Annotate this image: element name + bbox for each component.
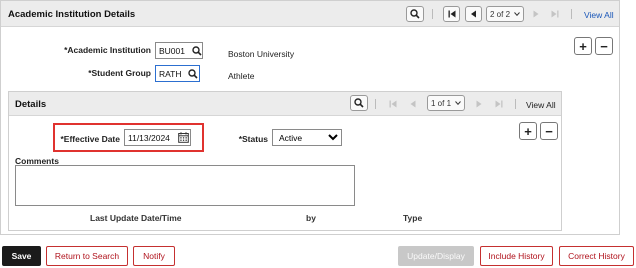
separator — [432, 9, 433, 19]
separator — [515, 99, 516, 109]
last-page-icon[interactable] — [495, 100, 503, 108]
magnifier-icon — [354, 98, 364, 108]
details-pager-value: 1 of 1 — [431, 98, 452, 108]
institution-previous-button[interactable] — [465, 6, 482, 22]
chevron-down-icon — [455, 101, 461, 105]
column-header-last-update: Last Update Date/Time — [90, 213, 182, 223]
magnifier-icon[interactable] — [188, 69, 198, 79]
student-group-input[interactable]: RATH — [155, 65, 200, 82]
institution-first-button[interactable] — [443, 6, 460, 22]
save-button[interactable]: Save — [2, 246, 41, 266]
details-panel-header: Details 1 of 1 View All — [9, 92, 561, 116]
next-icon[interactable] — [533, 10, 539, 18]
student-group-value: RATH — [159, 69, 182, 79]
institution-input[interactable]: BU001 — [155, 42, 203, 59]
status-label: *Status — [238, 134, 268, 144]
separator — [571, 9, 572, 19]
remove-institution-row-button[interactable]: − — [595, 37, 613, 55]
correct-history-button[interactable]: Correct History — [559, 246, 634, 266]
student-group-description: Athlete — [228, 71, 255, 81]
effective-date-input[interactable]: 11/13/2024 — [124, 129, 191, 146]
notify-button[interactable]: Notify — [133, 246, 175, 266]
institution-description: Boston University — [228, 49, 295, 59]
column-header-by: by — [306, 213, 316, 223]
student-group-label: *Student Group — [88, 68, 151, 78]
update-display-button[interactable]: Update/Display — [398, 246, 474, 266]
first-page-icon[interactable] — [389, 100, 397, 108]
magnifier-icon — [410, 9, 420, 19]
details-search-button[interactable] — [350, 95, 368, 111]
institution-label: *Academic Institution — [64, 45, 151, 55]
include-history-button[interactable]: Include History — [480, 246, 553, 266]
institution-view-all-link[interactable]: View All — [584, 10, 614, 20]
details-panel-title: Details — [15, 99, 47, 110]
comments-textarea[interactable] — [15, 165, 355, 206]
previous-icon[interactable] — [410, 100, 416, 108]
institution-search-button[interactable] — [406, 6, 424, 22]
first-page-icon — [448, 10, 455, 18]
status-select[interactable]: Active — [272, 129, 342, 146]
institution-panel-header: Academic Institution Details 2 of 2 View… — [1, 1, 619, 27]
column-header-type: Type — [403, 213, 423, 223]
institution-value: BU001 — [159, 46, 185, 56]
separator — [375, 99, 376, 109]
magnifier-icon[interactable] — [192, 46, 202, 56]
details-view-all-link[interactable]: View All — [526, 100, 556, 110]
remove-details-row-button[interactable]: − — [540, 122, 558, 140]
effective-date-value: 11/13/2024 — [128, 133, 170, 143]
institution-pager-value: 2 of 2 — [490, 9, 511, 19]
add-details-row-button[interactable]: + — [519, 122, 537, 140]
next-icon[interactable] — [476, 100, 482, 108]
effective-date-label: *Effective Date — [60, 134, 120, 144]
calendar-icon[interactable] — [178, 132, 189, 143]
details-panel: Details 1 of 1 View All — [8, 91, 562, 231]
details-pager-select[interactable]: 1 of 1 — [427, 95, 465, 111]
return-to-search-button[interactable]: Return to Search — [46, 246, 128, 266]
last-page-icon[interactable] — [551, 10, 559, 18]
institution-panel-title: Academic Institution Details — [8, 9, 136, 20]
add-institution-row-button[interactable]: + — [574, 37, 592, 55]
institution-pager-select[interactable]: 2 of 2 — [486, 6, 524, 22]
chevron-down-icon — [514, 12, 520, 16]
previous-icon — [471, 10, 476, 18]
